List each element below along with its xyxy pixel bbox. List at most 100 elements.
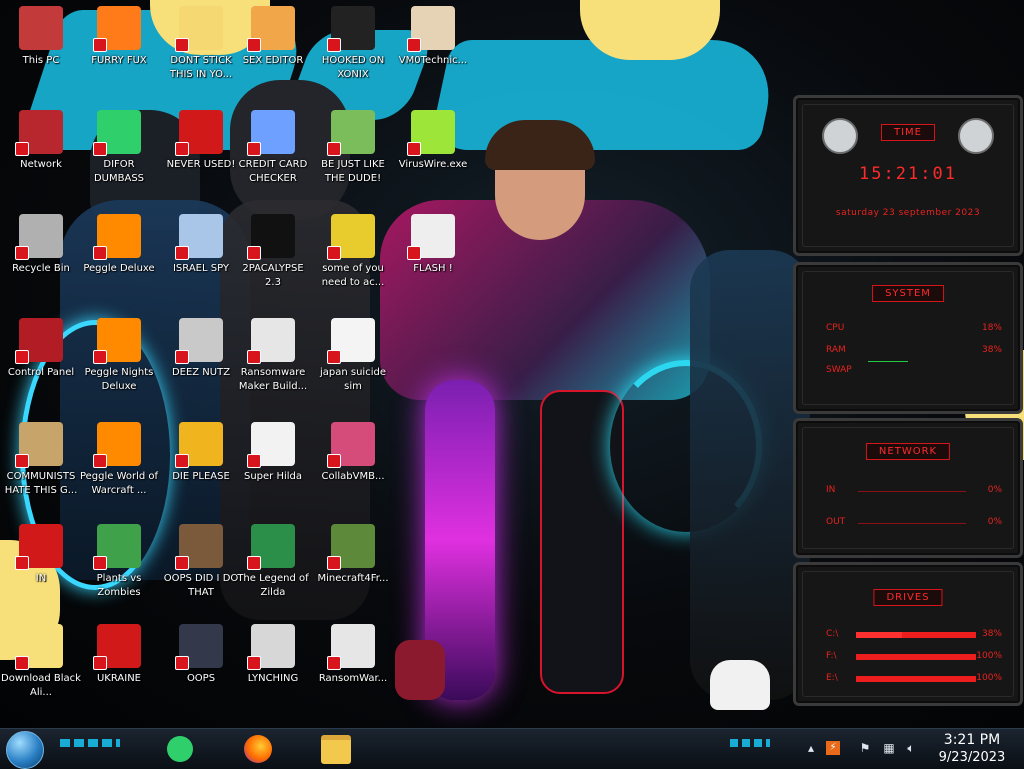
credit-card-icon xyxy=(247,110,295,156)
show-hidden-icons-icon[interactable]: ▴ xyxy=(804,741,818,755)
desktop-icon[interactable]: ISRAEL SPY xyxy=(160,210,242,310)
desktop-icon[interactable]: Download Black Ali... xyxy=(0,620,82,720)
taskbar-chat-app[interactable] xyxy=(158,731,202,767)
desktop-icon[interactable]: The Legend of Zilda xyxy=(232,520,314,620)
desktop-icon[interactable]: 2PACALYPSE 2.3 xyxy=(232,210,314,310)
file-explorer-icon xyxy=(321,734,351,764)
desktop-icon-label: COMMUNISTS HATE THIS G... xyxy=(4,471,78,496)
desktop-icon[interactable]: DIE PLEASE xyxy=(160,418,242,518)
ransomware-icon xyxy=(247,318,295,364)
shortcut-arrow-icon xyxy=(93,142,107,156)
collabvm-icon xyxy=(327,422,375,468)
desktop-icon[interactable]: Network xyxy=(0,106,82,206)
desktop-icon[interactable]: Peggle World of Warcraft ... xyxy=(78,418,160,518)
taskbar-clock[interactable]: 3:21 PM 9/23/2023 xyxy=(932,731,1012,766)
desktop-icon[interactable]: OOPS xyxy=(160,620,242,720)
desktop-icon[interactable]: This PC xyxy=(0,2,82,102)
desktop-icon[interactable]: BE JUST LIKE THE DUDE! xyxy=(312,106,394,206)
drives-widget: DRIVES C:\ 38% F:\ 100% E:\ 100% xyxy=(793,562,1023,706)
tray-app-icon[interactable]: ⚡ xyxy=(826,741,840,755)
oops-window-icon xyxy=(175,624,223,670)
shortcut-arrow-icon xyxy=(247,656,261,670)
desktop-icon[interactable]: VirusWire.exe xyxy=(392,106,474,206)
network-status-icon[interactable]: ▦ xyxy=(882,741,896,755)
drive-f-label: F:\ xyxy=(826,651,837,661)
desktop-icon[interactable]: DIFOR DUMBASS xyxy=(78,106,160,206)
shortcut-arrow-icon xyxy=(327,38,341,52)
file-icon xyxy=(327,318,375,364)
drive-e-bar xyxy=(856,676,976,682)
desktop-icon[interactable]: FLASH ! xyxy=(392,210,474,310)
dog-icon xyxy=(327,214,375,260)
net-out-label: OUT xyxy=(826,517,846,527)
drive-c-fill xyxy=(856,632,902,638)
drive-f-bar xyxy=(856,654,976,660)
shortcut-arrow-icon xyxy=(15,556,29,570)
desktop-icon[interactable]: CollabVMB... xyxy=(312,418,394,518)
action-center-flag-icon[interactable]: ⚑ xyxy=(858,741,872,755)
zelda-icon xyxy=(247,524,295,570)
net-in-label: IN xyxy=(826,485,836,495)
star-butterfly-icon xyxy=(15,624,63,670)
desktop-icon[interactable]: UKRAINE xyxy=(78,620,160,720)
system-widget: SYSTEM CPU 18% RAM 38% SWAP xyxy=(793,262,1023,414)
desktop-icon[interactable]: LYNCHING xyxy=(232,620,314,720)
desktop-icon[interactable]: japan suicide sim xyxy=(312,314,394,414)
desktop-icon[interactable]: some of you need to ac... xyxy=(312,210,394,310)
stacked-windows-icon xyxy=(175,318,223,364)
peggle-nights-icon xyxy=(93,318,141,364)
desktop-icon[interactable]: HOOKED ON XONIX xyxy=(312,2,394,102)
desktop-icon-label: IN xyxy=(35,573,47,584)
desktop-icon-label: NEVER USED! xyxy=(166,159,236,170)
desktop-icon[interactable]: Plants vs Zombies xyxy=(78,520,160,620)
desktop-icon[interactable]: VM0Technic... xyxy=(392,2,474,102)
shortcut-arrow-icon xyxy=(247,454,261,468)
desktop-icon[interactable]: Recycle Bin xyxy=(0,210,82,310)
desktop-icon-label: ISRAEL SPY xyxy=(172,263,229,274)
desktop-icon[interactable]: Control Panel xyxy=(0,314,82,414)
shortcut-arrow-icon xyxy=(407,142,421,156)
drive-f-value: 100% xyxy=(976,651,1002,661)
shortcut-arrow-icon xyxy=(407,38,421,52)
desktop-icon[interactable]: DONT STICK THIS IN YO... xyxy=(160,2,242,102)
shortcut-arrow-icon xyxy=(15,246,29,260)
desktop-icon-label: OOPS xyxy=(186,673,216,684)
desktop-icon-label: UKRAINE xyxy=(96,673,141,684)
partial-icon xyxy=(15,524,63,570)
desktop-icon[interactable]: Peggle Nights Deluxe xyxy=(78,314,160,414)
shortcut-arrow-icon xyxy=(327,656,341,670)
volume-icon[interactable]: 🔈︎ xyxy=(904,741,918,755)
desktop-icon[interactable]: Peggle Deluxe xyxy=(78,210,160,310)
swap-label: SWAP xyxy=(826,365,852,375)
desktop-icon[interactable]: RansomWar... xyxy=(312,620,394,720)
cpu-value: 18% xyxy=(981,323,1002,333)
desktop-icon[interactable]: FURRY FUX xyxy=(78,2,160,102)
clock-display: 15:21:01 xyxy=(859,164,957,184)
shortcut-arrow-icon xyxy=(407,246,421,260)
time-widget: TIME 15:21:01 saturday 23 september 2023 xyxy=(793,95,1023,256)
desktop-icon-label: SEX EDITOR xyxy=(242,55,304,66)
desktop-icon[interactable]: DEEZ NUTZ xyxy=(160,314,242,414)
desktop-icon-label: Minecraft4Fr... xyxy=(317,573,389,584)
minecraft-icon xyxy=(327,524,375,570)
desktop-icon[interactable]: CREDIT CARD CHECKER xyxy=(232,106,314,206)
start-orb-icon[interactable] xyxy=(6,731,44,769)
desktop-icon[interactable]: Super Hilda xyxy=(232,418,314,518)
drive-c-value: 38% xyxy=(981,629,1002,639)
taskbar-file-explorer[interactable] xyxy=(314,731,358,767)
shortcut-arrow-icon xyxy=(93,656,107,670)
taskbar-firefox[interactable] xyxy=(236,731,280,767)
desktop-icon[interactable]: Ransomware Maker Build... xyxy=(232,314,314,414)
desktop-icon-label: CollabVMB... xyxy=(321,471,385,482)
net-in-row: IN 0% xyxy=(826,485,1002,495)
alien-logo-icon xyxy=(822,118,858,154)
desktop-icon[interactable]: NEVER USED! xyxy=(160,106,242,206)
desktop-icon[interactable]: OOPS DID I DO THAT xyxy=(160,520,242,620)
desktop-icon[interactable]: COMMUNISTS HATE THIS G... xyxy=(0,418,82,518)
desktop-icon[interactable]: SEX EDITOR xyxy=(232,2,314,102)
taskbar-deco-left xyxy=(60,739,120,747)
desktop-icon[interactable]: IN xyxy=(0,520,82,620)
xonix-game-icon xyxy=(327,6,375,52)
peggle-icon xyxy=(93,214,141,260)
desktop-icon[interactable]: Minecraft4Fr... xyxy=(312,520,394,620)
